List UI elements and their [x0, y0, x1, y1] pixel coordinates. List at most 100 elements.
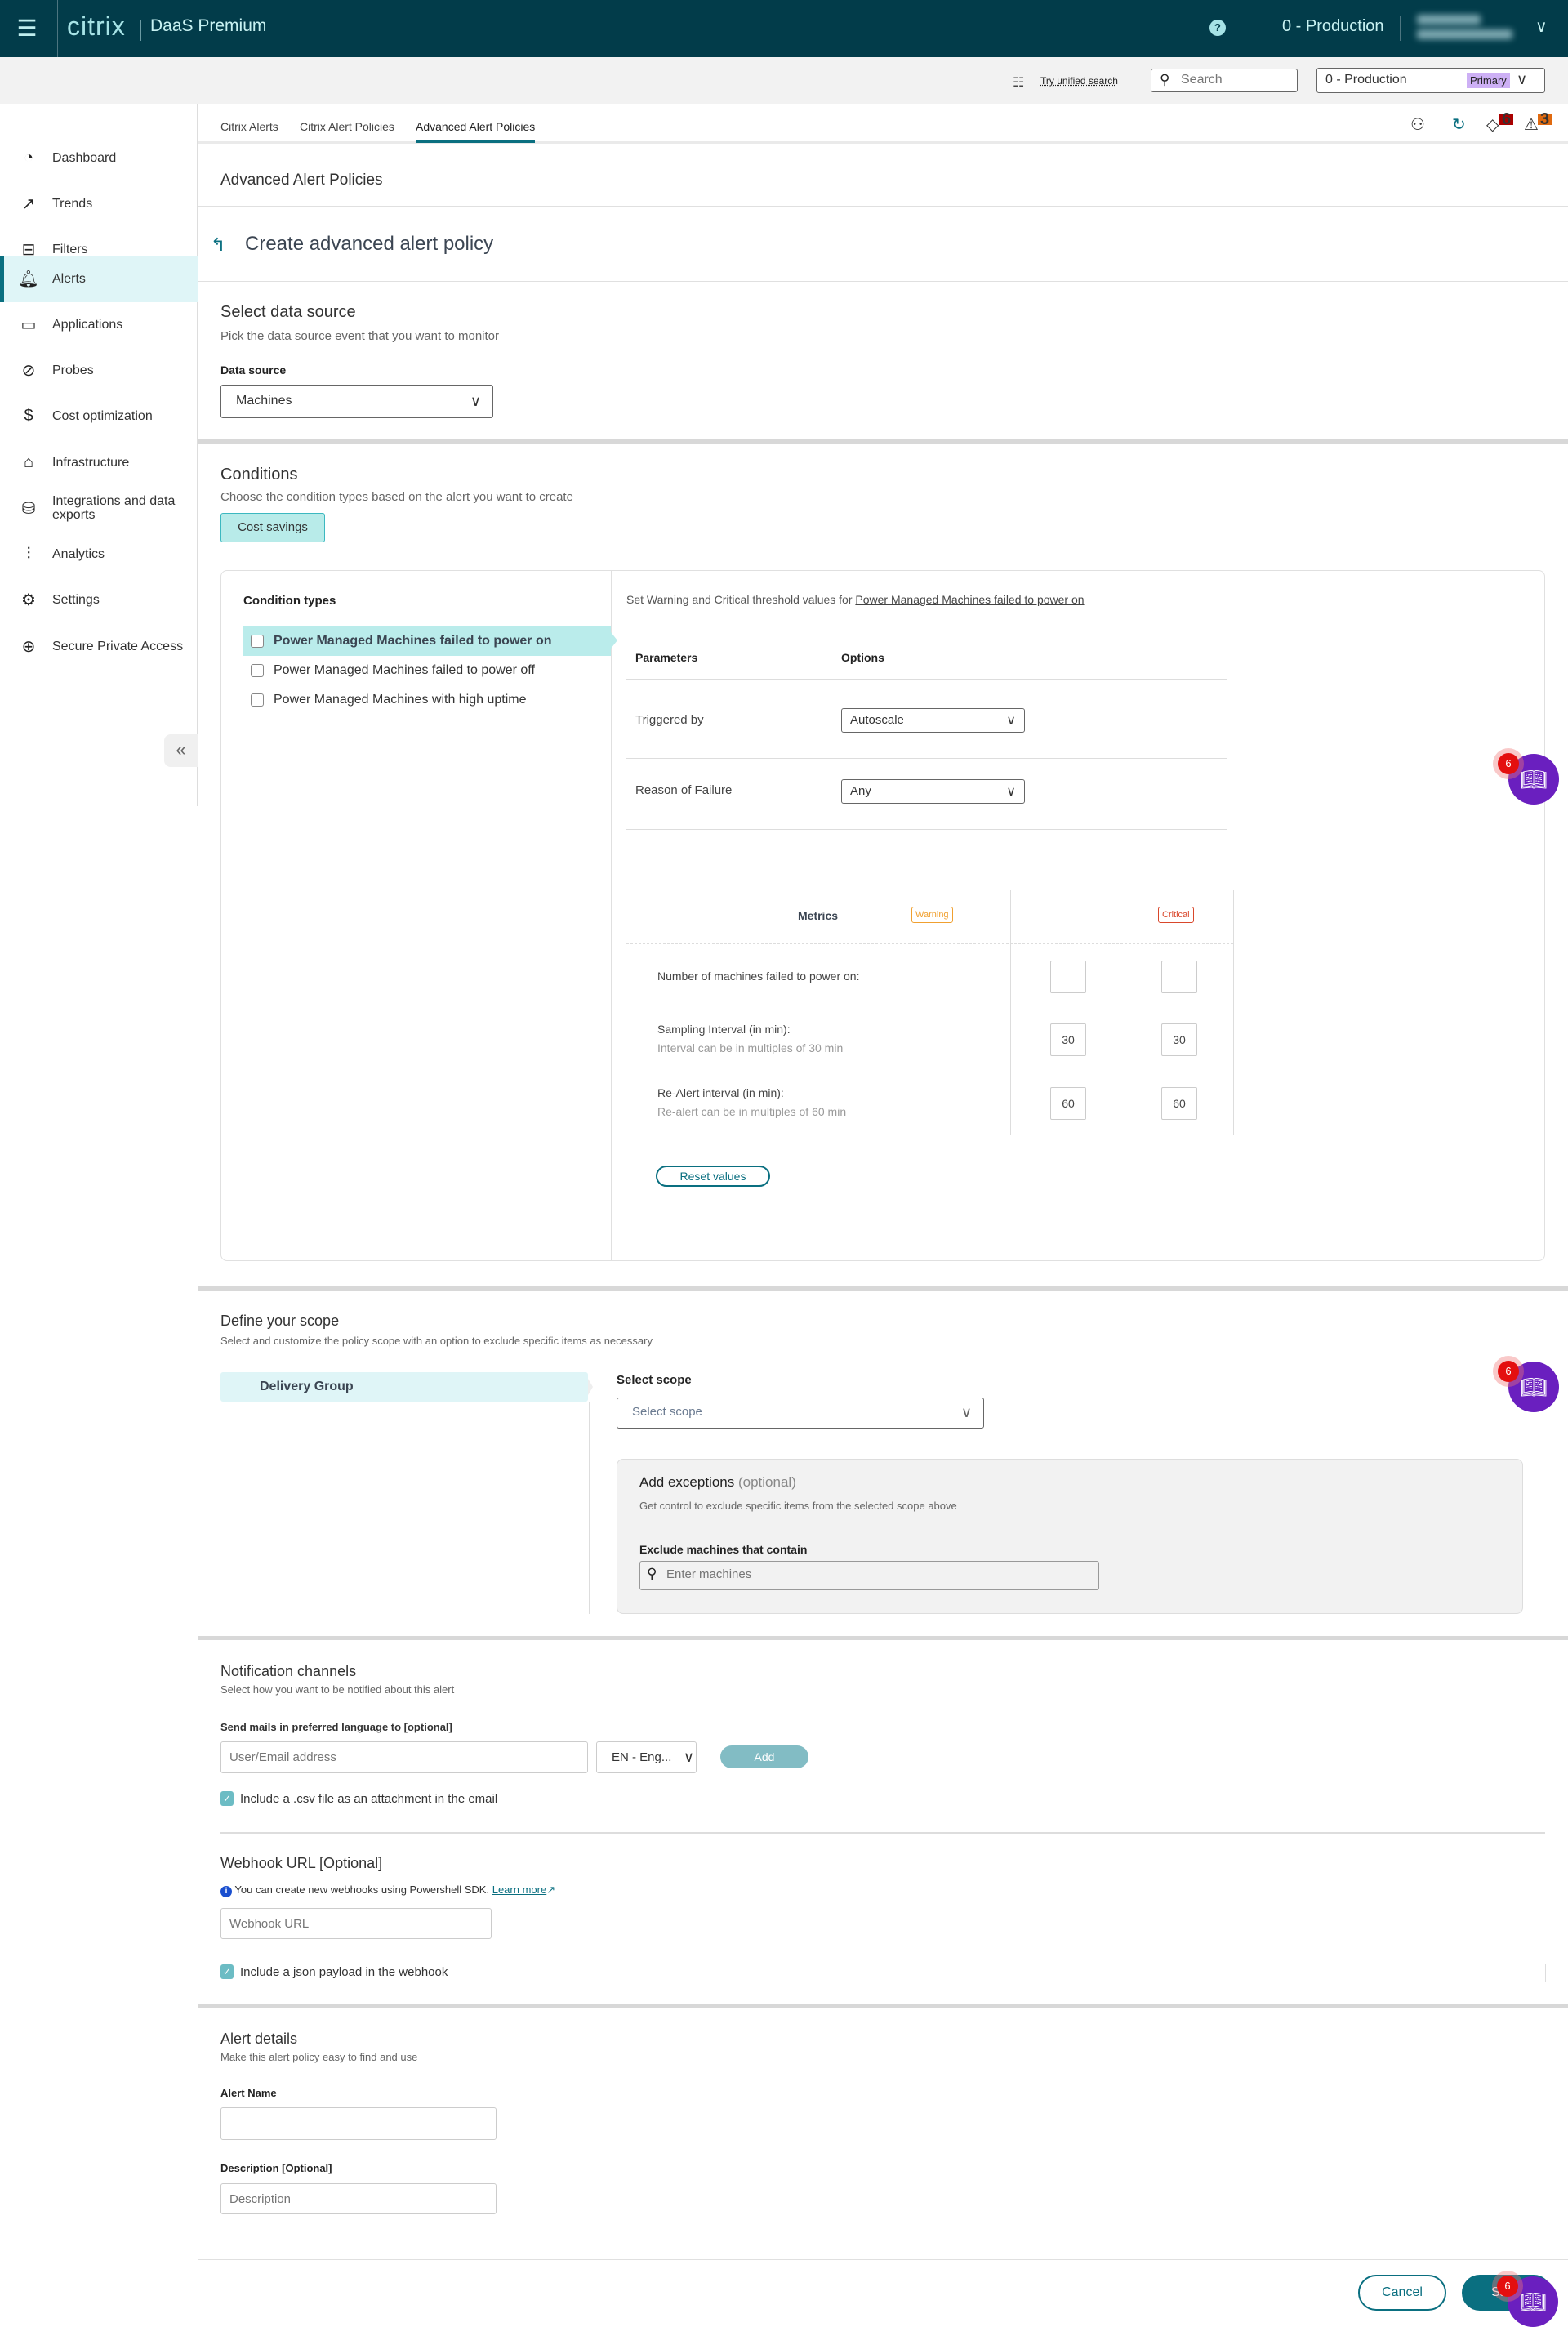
checkbox[interactable]	[251, 693, 264, 707]
search-box[interactable]: ⚲	[1151, 69, 1298, 92]
cost-savings-chip[interactable]: Cost savings	[220, 513, 325, 542]
metric-label: Number of machines failed to power on:	[657, 970, 860, 983]
sidebar-item-alerts[interactable]: 🔔︎ Alerts	[0, 256, 198, 302]
help-icon[interactable]: ?	[1209, 20, 1226, 36]
divider	[626, 943, 1233, 944]
chevron-down-icon[interactable]: ∨	[1535, 16, 1548, 37]
description-input[interactable]	[220, 2183, 497, 2214]
sidebar-item-settings[interactable]: ⚙ Settings	[0, 582, 198, 617]
data-source-label: Data source	[220, 363, 287, 377]
sidebar-item-dashboard[interactable]: ◔ Dashboard	[0, 140, 198, 175]
metrics-header: Metrics	[798, 909, 839, 922]
integrations-icon: ⛁	[21, 499, 36, 518]
section-divider	[198, 1636, 1568, 1640]
alert-name-input[interactable]	[220, 2107, 497, 2140]
alert-details-title: Alert details	[220, 2031, 298, 2047]
section-divider	[198, 439, 1568, 444]
metric-hint: Re-alert can be in multiples of 60 min	[657, 1105, 847, 1118]
sidebar-item-probes[interactable]: ⊘ Probes	[0, 353, 198, 387]
critical-threshold-input[interactable]	[1161, 961, 1197, 993]
collapse-sidebar-icon[interactable]: «	[164, 734, 198, 767]
language-select[interactable]: EN - Eng... ∨	[596, 1741, 697, 1773]
reason-of-failure-select[interactable]: Any ∨	[841, 779, 1025, 804]
sidebar-item-analytics[interactable]: ⫶ Analytics	[0, 537, 198, 571]
add-recipient-button[interactable]: Add	[720, 1745, 808, 1768]
threshold-intro: Set Warning and Critical threshold value…	[626, 593, 1085, 606]
critical-sampling-input[interactable]: 30	[1161, 1023, 1197, 1056]
try-unified-search-link[interactable]: Try unified search	[1040, 75, 1118, 87]
critical-realert-input[interactable]: 60	[1161, 1087, 1197, 1120]
exclude-machines-input[interactable]	[666, 1567, 1075, 1581]
warning-threshold-input[interactable]	[1050, 961, 1086, 993]
threshold-condition-link[interactable]: Power Managed Machines failed to power o…	[855, 593, 1084, 606]
back-arrow-icon[interactable]: ↰	[211, 234, 225, 256]
external-link-icon[interactable]: ↗	[546, 1884, 555, 1896]
data-source-subtitle: Pick the data source event that you want…	[220, 329, 500, 343]
warning-sampling-input[interactable]: 30	[1050, 1023, 1086, 1056]
header-divider	[57, 0, 58, 57]
checkbox[interactable]	[251, 635, 264, 648]
condition-type-failed-power-on[interactable]: Power Managed Machines failed to power o…	[243, 626, 611, 656]
guide-count-badge: 6	[1497, 2276, 1518, 2297]
org-name[interactable]: 0 - Production	[1282, 17, 1384, 36]
warning-realert-input[interactable]: 60	[1050, 1087, 1086, 1120]
chevron-down-icon: ∨	[960, 1404, 972, 1420]
reset-values-button[interactable]: Reset values	[656, 1166, 770, 1187]
triggered-by-select[interactable]: Autoscale ∨	[841, 708, 1025, 733]
infrastructure-icon: ⌂	[23, 452, 34, 471]
refresh-icon[interactable]: ↻	[1452, 114, 1466, 135]
warnings-count-badge: 3	[1538, 111, 1552, 127]
metric-hint: Interval can be in multiples of 30 min	[657, 1041, 844, 1054]
user-account-info[interactable]	[1417, 10, 1523, 47]
scope-delivery-group[interactable]: Delivery Group	[220, 1372, 588, 1402]
parameters-header: Parameters	[635, 651, 698, 664]
dashboard-icon: ◔	[23, 148, 34, 167]
guide-count-badge: 6	[1498, 753, 1519, 774]
notifications-subtitle: Select how you want to be notified about…	[220, 1683, 455, 1696]
primary-badge: Primary	[1467, 73, 1510, 88]
org-select[interactable]: 0 - Production Primary ∨	[1316, 68, 1545, 93]
tab-citrix-alert-policies[interactable]: Citrix Alert Policies	[300, 120, 394, 140]
analytics-icon: ⫶	[26, 544, 31, 563]
condition-type-failed-power-off[interactable]: Power Managed Machines failed to power o…	[243, 656, 611, 685]
warning-icon[interactable]: ⚠	[1524, 114, 1539, 135]
exceptions-title: Add exceptions (optional)	[639, 1474, 796, 1490]
search-input[interactable]	[1181, 73, 1287, 87]
tab-advanced-alert-policies[interactable]: Advanced Alert Policies	[416, 120, 536, 143]
email-input[interactable]	[220, 1741, 588, 1773]
condition-type-high-uptime[interactable]: Power Managed Machines with high uptime	[243, 685, 611, 715]
unified-search-icon[interactable]: ☷	[1013, 74, 1024, 91]
exceptions-subtitle: Get control to exclude specific items fr…	[639, 1500, 957, 1512]
data-source-select[interactable]: Machines ∨	[220, 385, 493, 418]
sidebar-item-integrations[interactable]: ⛁ Integrations and data exports	[0, 491, 198, 525]
hamburger-menu-icon[interactable]: ☰	[15, 16, 39, 41]
metric-label: Re-Alert interval (in min):	[657, 1086, 784, 1099]
sidebar-item-cost-optimization[interactable]: $ Cost optimization	[0, 399, 198, 433]
divider	[1233, 890, 1234, 1135]
json-payload-label: Include a json payload in the webhook	[240, 1965, 448, 1979]
sidebar-item-trends[interactable]: ↗ Trends	[0, 186, 198, 221]
page-title: Create advanced alert policy	[245, 233, 494, 255]
trends-icon: ↗	[21, 194, 36, 213]
learn-more-link[interactable]: Learn more	[492, 1884, 546, 1896]
page-heading: Advanced Alert Policies	[220, 172, 383, 189]
cancel-button[interactable]: Cancel	[1358, 2275, 1446, 2311]
checkbox[interactable]	[251, 664, 264, 677]
card-divider	[611, 571, 612, 1260]
guide-count-badge: 6	[1498, 1361, 1519, 1382]
divider	[1010, 890, 1011, 1135]
cost-icon: $	[24, 406, 33, 425]
divider	[198, 281, 1568, 282]
csv-checkbox[interactable]: ✓	[220, 1791, 234, 1806]
sidebar-item-applications[interactable]: ▭ Applications	[0, 307, 198, 341]
sidebar-item-infrastructure[interactable]: ⌂ Infrastructure	[0, 445, 198, 479]
exclude-machines-field[interactable]: ⚲	[639, 1561, 1099, 1590]
json-payload-checkbox[interactable]: ✓	[220, 1964, 234, 1979]
alert-diamond-icon[interactable]: ◇	[1486, 114, 1499, 135]
tab-citrix-alerts[interactable]: Citrix Alerts	[220, 120, 278, 140]
select-scope-dropdown[interactable]: Select scope ∨	[617, 1398, 984, 1429]
selection-pointer	[588, 1379, 593, 1395]
webhook-url-input[interactable]	[220, 1908, 492, 1939]
user-feedback-icon[interactable]: ⚇	[1410, 114, 1425, 135]
sidebar-item-secure-private-access[interactable]: ⊕ Secure Private Access	[0, 629, 198, 663]
